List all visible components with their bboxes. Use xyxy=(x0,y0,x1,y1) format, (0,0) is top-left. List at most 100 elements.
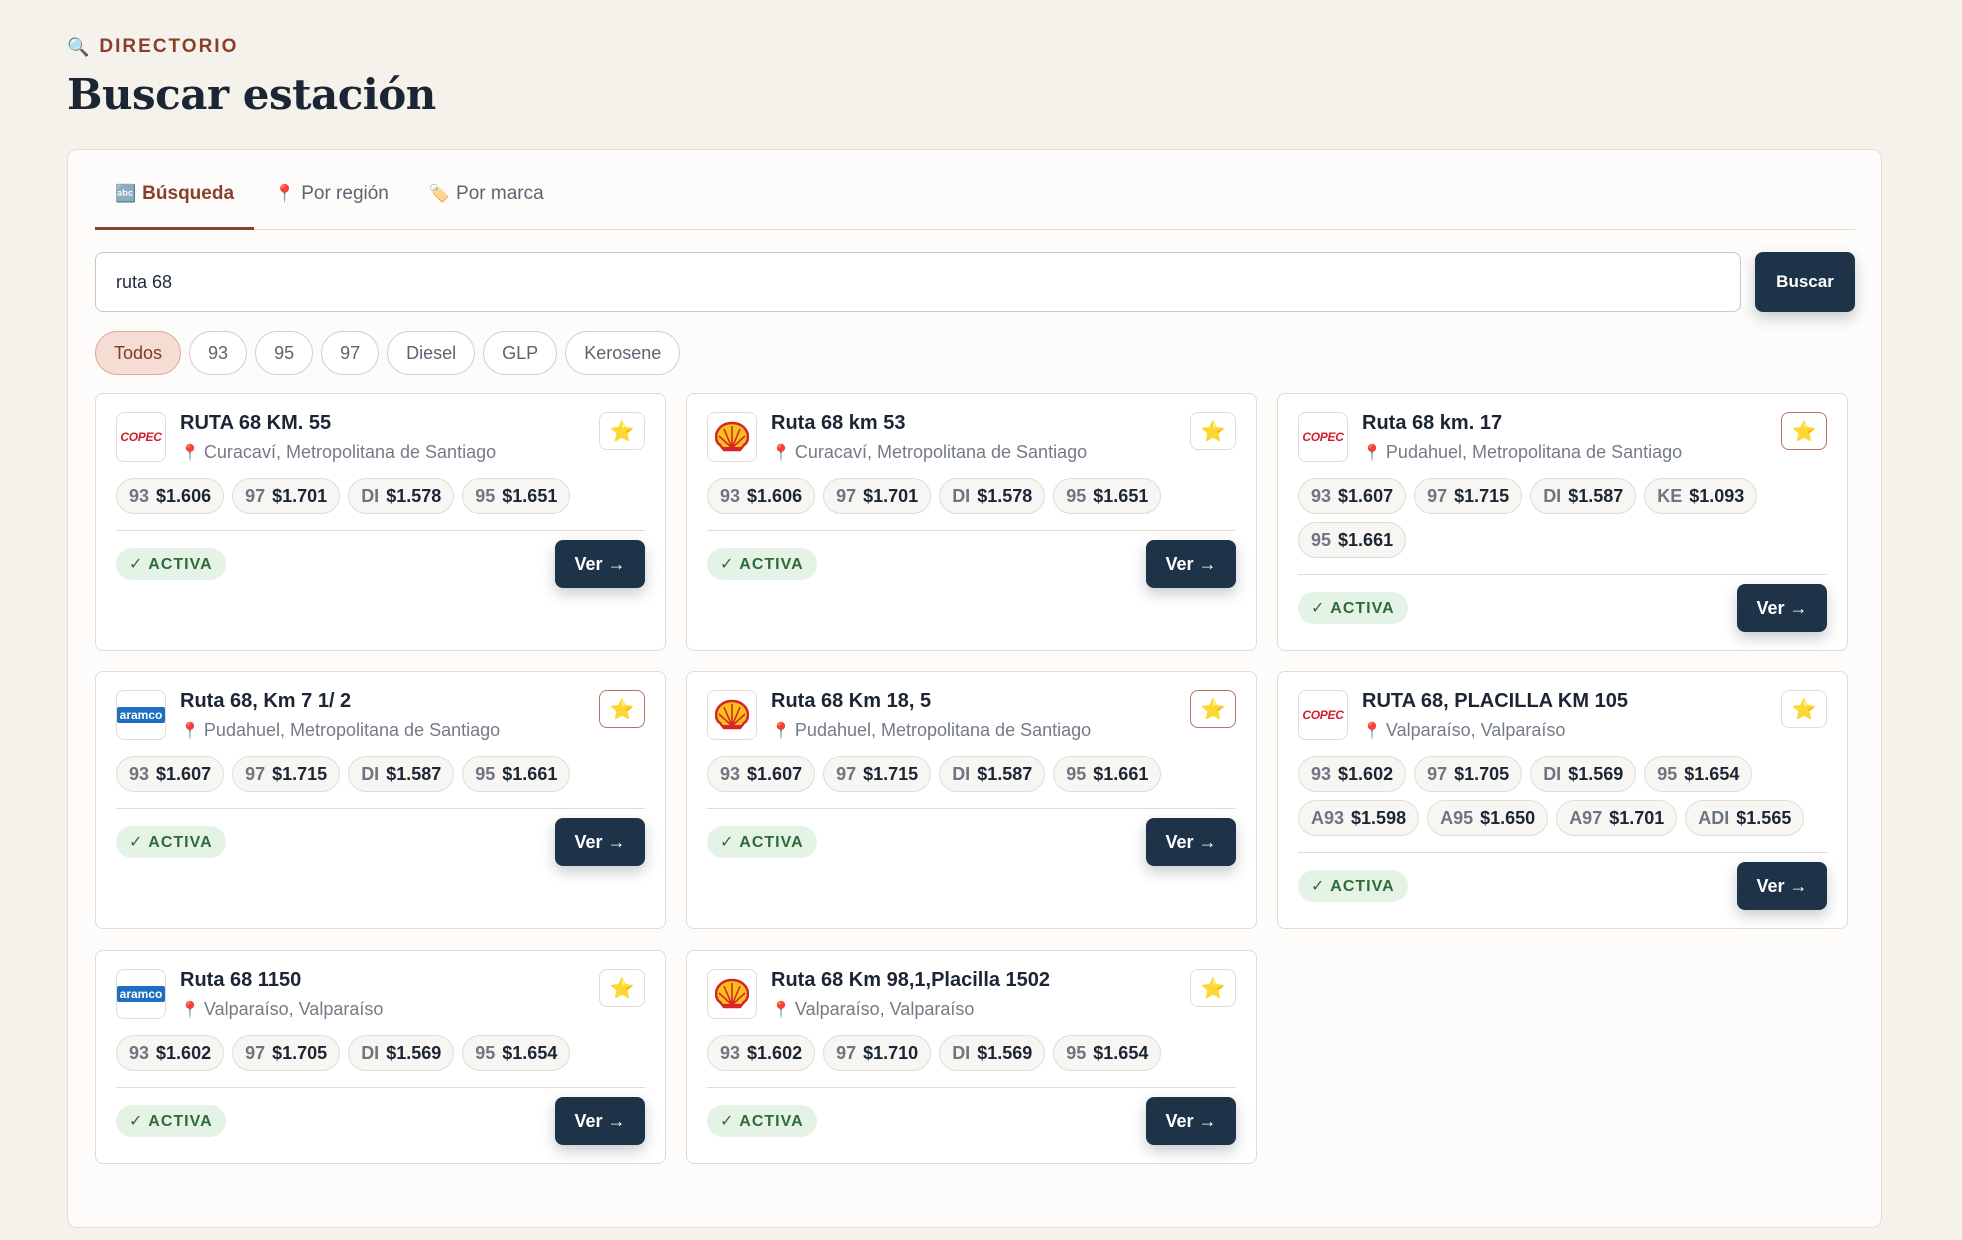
fuel-type: ADI xyxy=(1698,807,1730,828)
aramco-logo: aramco xyxy=(116,690,166,740)
fuel-type: 93 xyxy=(720,1042,741,1063)
fuel-type: 97 xyxy=(245,485,266,506)
filter-chip-kerosene[interactable]: Kerosene xyxy=(565,331,681,375)
price-pill: DI $1.569 xyxy=(939,1035,1046,1071)
price-pill: 95 $1.651 xyxy=(1053,478,1162,514)
fuel-price: $1.598 xyxy=(1351,807,1407,828)
search-button[interactable]: Buscar xyxy=(1755,252,1855,312)
filter-chip-93[interactable]: 93 xyxy=(189,331,248,375)
favorite-star-button[interactable]: ⭐ xyxy=(1190,690,1236,728)
station-card[interactable]: Ruta 68 Km 18, 5 📍 Pudahuel, Metropolitana… xyxy=(686,671,1257,929)
fuel-type: 95 xyxy=(1066,763,1087,784)
view-station-button[interactable]: Ver → xyxy=(1146,540,1236,588)
favorite-star-button[interactable]: ⭐ xyxy=(1781,690,1827,728)
section-eyebrow: 🔍 DIRECTORIO xyxy=(67,36,1882,58)
favorite-star-button[interactable]: ⭐ xyxy=(599,690,645,728)
card-divider xyxy=(116,530,645,531)
price-pill: 95 $1.654 xyxy=(462,1035,571,1071)
fuel-type: DI xyxy=(952,485,971,506)
price-pill: 97 $1.715 xyxy=(232,756,341,792)
station-location: 📍 Valparaíso, Valparaíso xyxy=(180,999,383,1020)
pin-icon: 📍 xyxy=(771,722,791,740)
price-pill: ADI $1.565 xyxy=(1685,800,1805,836)
card-divider xyxy=(707,808,1236,809)
aramco-logo: aramco xyxy=(116,969,166,1019)
location-text: Curacaví, Metropolitana de Santiago xyxy=(203,442,497,462)
view-station-button[interactable]: Ver → xyxy=(1737,862,1827,910)
location-text: Pudahuel, Metropolitana de Santiago xyxy=(203,720,501,740)
card-divider xyxy=(707,1087,1236,1088)
view-station-button[interactable]: Ver → xyxy=(555,818,645,866)
fuel-type: 95 xyxy=(1657,763,1678,784)
price-pill: 95 $1.661 xyxy=(1298,522,1407,558)
view-station-button[interactable]: Ver → xyxy=(555,1097,645,1145)
view-station-button[interactable]: Ver → xyxy=(1146,1097,1236,1145)
price-pill: A93 $1.598 xyxy=(1298,800,1420,836)
card-divider xyxy=(116,808,645,809)
price-list: 93 $1.606 97 $1.701 DI $1.578 95 $1.651 xyxy=(707,478,1236,514)
fuel-type: 95 xyxy=(1066,485,1087,506)
view-station-button[interactable]: Ver → xyxy=(1737,584,1827,632)
tab-búsqueda[interactable]: 🔤 Búsqueda xyxy=(95,150,255,230)
station-card[interactable]: aramco Ruta 68 1150 📍 Valparaíso, Valparaís… xyxy=(95,950,666,1164)
fuel-type: DI xyxy=(952,763,971,784)
star-icon: ⭐ xyxy=(1200,698,1226,721)
station-card[interactable]: COPEC RUTA 68, PLACILLA KM 105 📍 Valparaíso… xyxy=(1277,671,1848,929)
card-divider xyxy=(1298,574,1827,575)
view-station-button[interactable]: Ver → xyxy=(555,540,645,588)
price-list: 93 $1.607 97 $1.715 DI $1.587 95 $1.661 xyxy=(116,756,645,792)
aramco-wordmark: aramco xyxy=(116,707,166,723)
copec-logo: COPEC xyxy=(116,412,166,462)
tab-por-región[interactable]: 📍 Por región xyxy=(254,150,409,230)
fuel-price: $1.093 xyxy=(1689,485,1745,506)
station-name: Ruta 68 km 53 xyxy=(771,412,906,434)
card-divider xyxy=(116,1087,645,1088)
price-pill: 93 $1.602 xyxy=(1298,756,1407,792)
station-card[interactable]: Ruta 68 Km 98,1,Placilla 1502 📍 Valparaíso… xyxy=(686,950,1257,1164)
search-input[interactable] xyxy=(95,252,1741,312)
favorite-star-button[interactable]: ⭐ xyxy=(1781,412,1827,450)
copec-wordmark: COPEC xyxy=(1302,708,1344,722)
search-row: Buscar xyxy=(95,252,1855,312)
price-pill: 95 $1.654 xyxy=(1053,1035,1162,1071)
station-name: Ruta 68 Km 98,1,Placilla 1502 xyxy=(771,969,1051,991)
fuel-price: $1.715 xyxy=(272,763,328,784)
fuel-type: 95 xyxy=(1311,529,1332,550)
station-card[interactable]: COPEC RUTA 68 KM. 55 📍 Curacaví, Metropolit… xyxy=(95,393,666,651)
aramco-wordmark: aramco xyxy=(116,986,166,1002)
star-icon: ⭐ xyxy=(1200,420,1226,443)
fuel-type: A95 xyxy=(1440,807,1474,828)
status-badge: ✓ ACTIVA xyxy=(1298,592,1408,624)
price-pill: DI $1.569 xyxy=(1530,756,1637,792)
filter-chip-glp[interactable]: GLP xyxy=(483,331,558,375)
tab-por-marca[interactable]: 🏷️ Por marca xyxy=(409,150,564,230)
card-divider xyxy=(707,530,1236,531)
favorite-star-button[interactable]: ⭐ xyxy=(1190,412,1236,450)
station-card[interactable]: Ruta 68 km 53 📍 Curacaví, Metropolitana de… xyxy=(686,393,1257,651)
fuel-type: 97 xyxy=(836,485,857,506)
fuel-type: 93 xyxy=(129,485,150,506)
price-pill: 93 $1.607 xyxy=(116,756,225,792)
fuel-type: 97 xyxy=(245,1042,266,1063)
favorite-star-button[interactable]: ⭐ xyxy=(599,412,645,450)
fuel-price: $1.654 xyxy=(1684,763,1740,784)
abc-icon: 🔤 xyxy=(115,183,137,203)
filter-chip-todos[interactable]: Todos xyxy=(95,331,182,375)
station-card[interactable]: aramco Ruta 68, Km 7 1/ 2 📍 Pudahuel, Metro… xyxy=(95,671,666,929)
view-station-button[interactable]: Ver → xyxy=(1146,818,1236,866)
filter-chip-95[interactable]: 95 xyxy=(255,331,314,375)
shell-logo xyxy=(707,412,757,462)
price-pill: 95 $1.661 xyxy=(462,756,571,792)
fuel-price: $1.602 xyxy=(156,1042,212,1063)
status-badge: ✓ ACTIVA xyxy=(1298,870,1408,902)
price-pill: 93 $1.606 xyxy=(707,478,816,514)
favorite-star-button[interactable]: ⭐ xyxy=(599,969,645,1007)
star-icon: ⭐ xyxy=(609,977,635,1000)
favorite-star-button[interactable]: ⭐ xyxy=(1190,969,1236,1007)
page: 🔍 DIRECTORIO Buscar estación 🔤 Búsqueda 📍 P… xyxy=(67,36,1882,1228)
station-card[interactable]: COPEC Ruta 68 km. 17 📍 Pudahuel, Metropolit… xyxy=(1277,393,1848,651)
status-badge: ✓ ACTIVA xyxy=(707,1105,817,1137)
filter-chip-diesel[interactable]: Diesel xyxy=(387,331,476,375)
filter-chip-97[interactable]: 97 xyxy=(321,331,380,375)
fuel-price: $1.565 xyxy=(1736,807,1792,828)
